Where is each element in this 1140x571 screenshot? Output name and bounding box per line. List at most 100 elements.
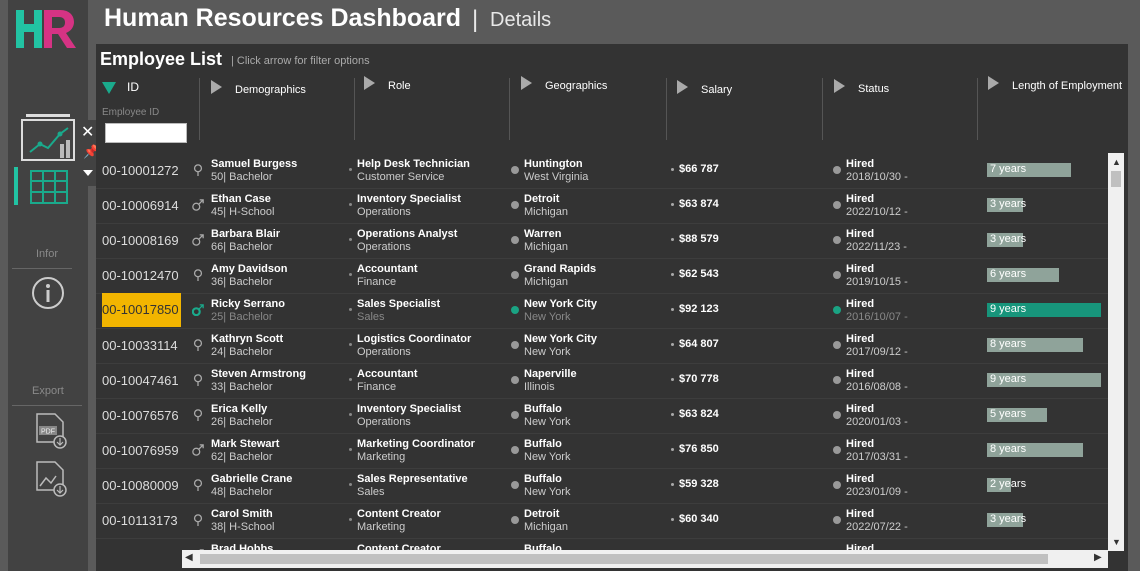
male-icon — [192, 234, 204, 246]
divider — [12, 268, 72, 269]
employee-city: New York City — [524, 298, 597, 310]
employee-city: Detroit — [524, 508, 560, 520]
bullet — [349, 378, 352, 381]
employee-id[interactable]: 00-10008169 — [102, 233, 179, 248]
employee-salary: $63 874 — [679, 198, 719, 210]
location-dot — [511, 166, 519, 174]
employee-department: Operations — [357, 206, 411, 218]
location-dot — [511, 376, 519, 384]
horizontal-scrollbar[interactable]: ◀ ▶ — [182, 550, 1108, 568]
export-pdf-button[interactable]: PDF — [34, 412, 68, 450]
employee-state: Michigan — [524, 521, 569, 533]
employee-id[interactable]: 00-10033114 — [102, 338, 178, 353]
employee-id[interactable]: 00-10113880 — [102, 548, 178, 550]
employee-department: Operations — [357, 241, 411, 253]
employee-hire-date: 2022/11/23 - — [846, 241, 907, 253]
employee-salary: $76 850 — [679, 443, 719, 455]
table-icon — [30, 170, 68, 204]
bullet — [349, 448, 352, 451]
vertical-scrollbar[interactable]: ▲ ▼ — [1108, 153, 1124, 551]
employee-state: West Virginia — [524, 171, 589, 183]
dropdown-icon[interactable] — [83, 170, 93, 176]
employee-id[interactable]: 00-10001272 — [102, 163, 179, 178]
divider — [12, 405, 82, 406]
employee-id[interactable]: 00-10017850 — [102, 293, 181, 327]
chart-view-button[interactable] — [16, 114, 76, 162]
table-view-button[interactable] — [30, 170, 68, 204]
table-row[interactable]: 00-10113173 Carol Smith 38| H-School Conten… — [96, 503, 1108, 539]
id-filter-arrow-icon[interactable] — [102, 82, 116, 94]
employee-id[interactable]: 00-10006914 — [102, 198, 179, 213]
bullet — [671, 483, 674, 486]
employee-status: Hired — [846, 193, 875, 205]
employee-id[interactable]: 00-10076959 — [102, 443, 179, 458]
info-button[interactable] — [31, 276, 65, 310]
table-row[interactable]: 00-10008169 Barbara Blair 66| Bachelor Oper… — [96, 223, 1108, 259]
employee-id-input[interactable] — [105, 123, 187, 143]
employee-status: Hired — [846, 158, 875, 170]
scroll-up-icon[interactable]: ▲ — [1112, 157, 1121, 167]
close-icon[interactable]: ✕ — [81, 122, 94, 142]
export-label: Export — [32, 385, 64, 397]
filter-arrow-icon[interactable] — [677, 80, 688, 94]
filter-arrow-icon[interactable] — [364, 76, 375, 90]
employee-id[interactable]: 00-10047461 — [102, 373, 179, 388]
employee-id[interactable]: 00-10080009 — [102, 478, 179, 493]
scroll-left-icon[interactable]: ◀ — [185, 552, 193, 563]
table-row[interactable]: 00-10076576 Erica Kelly 26| Bachelor Invent… — [96, 398, 1108, 434]
employee-id[interactable]: 00-10076576 — [102, 408, 179, 423]
employee-demographics: 25| Bachelor — [211, 311, 273, 323]
table-row[interactable]: 00-10080009 Gabrielle Crane 48| Bachelor Sa… — [96, 468, 1108, 504]
employee-salary: $64 807 — [679, 338, 719, 350]
employee-salary: $70 778 — [679, 373, 719, 385]
employee-status: Hired — [846, 333, 875, 345]
filter-arrow-icon[interactable] — [988, 76, 999, 90]
employee-id[interactable]: 00-10012470 — [102, 268, 179, 283]
employee-state: New York — [524, 416, 571, 428]
employee-city: Buffalo — [524, 543, 562, 550]
scroll-thumb[interactable] — [1111, 171, 1121, 187]
employee-hire-date: 2022/07/22 - — [846, 521, 908, 533]
filter-arrow-icon[interactable] — [211, 80, 222, 94]
employee-hire-date: 2019/10/15 - — [846, 276, 908, 288]
employee-id[interactable]: 00-10113173 — [102, 513, 178, 528]
table-row[interactable]: 00-10047461 Steven Armstrong 33| Bachelor A… — [96, 363, 1108, 399]
employee-status: Hired — [846, 403, 875, 415]
info-icon — [32, 277, 64, 309]
page-title: Human Resources Dashboard — [104, 4, 462, 32]
employee-department: Marketing — [357, 451, 406, 463]
infor-label: Infor — [36, 248, 59, 260]
table-row[interactable]: 00-10076959 Mark Stewart 62| Bachelor Marke… — [96, 433, 1108, 469]
employee-state: New York — [524, 486, 571, 498]
filter-arrow-icon[interactable] — [834, 79, 845, 93]
employee-state: New York — [524, 346, 571, 358]
employee-status: Hired — [846, 298, 875, 310]
table-row[interactable]: 00-10001272 Samuel Burgess 50| Bachelor Hel… — [96, 153, 1108, 189]
filter-arrow-icon[interactable] — [521, 76, 532, 90]
image-export-icon — [36, 461, 67, 497]
export-image-button[interactable] — [34, 458, 68, 498]
employee-demographics: 36| Bachelor — [211, 276, 273, 288]
location-dot — [511, 446, 519, 454]
employee-state: Michigan — [524, 206, 569, 218]
table-row[interactable]: 00-10113880 Brad Hobbs Content Creator Buff… — [96, 538, 1108, 550]
scroll-down-icon[interactable]: ▼ — [1112, 537, 1121, 547]
table-row[interactable]: 00-10017850 Ricky Serrano 25| Bachelor Sale… — [96, 293, 1108, 329]
table-row[interactable]: 00-10033114 Kathryn Scott 24| Bachelor Logi… — [96, 328, 1108, 364]
table-row[interactable]: 00-10006914 Ethan Case 45| H-School Invento… — [96, 188, 1108, 224]
employee-hire-date: 2018/10/30 - — [846, 171, 908, 183]
scroll-right-icon[interactable]: ▶ — [1094, 552, 1102, 563]
column-separator — [509, 78, 510, 140]
status-dot — [833, 271, 841, 279]
svg-text:PDF: PDF — [41, 429, 55, 436]
bullet — [349, 238, 352, 241]
male-icon — [192, 199, 204, 211]
employee-name: Samuel Burgess — [211, 158, 298, 170]
title-separator: | — [472, 6, 479, 33]
employee-hire-date: 2023/01/09 - — [846, 486, 908, 498]
employment-length: 7 years — [990, 163, 1027, 175]
scroll-thumb[interactable] — [200, 554, 1048, 564]
employee-demographics: 66| Bachelor — [211, 241, 273, 253]
employment-length: 2 years — [990, 478, 1027, 490]
table-row[interactable]: 00-10012470 Amy Davidson 36| Bachelor Accou… — [96, 258, 1108, 294]
